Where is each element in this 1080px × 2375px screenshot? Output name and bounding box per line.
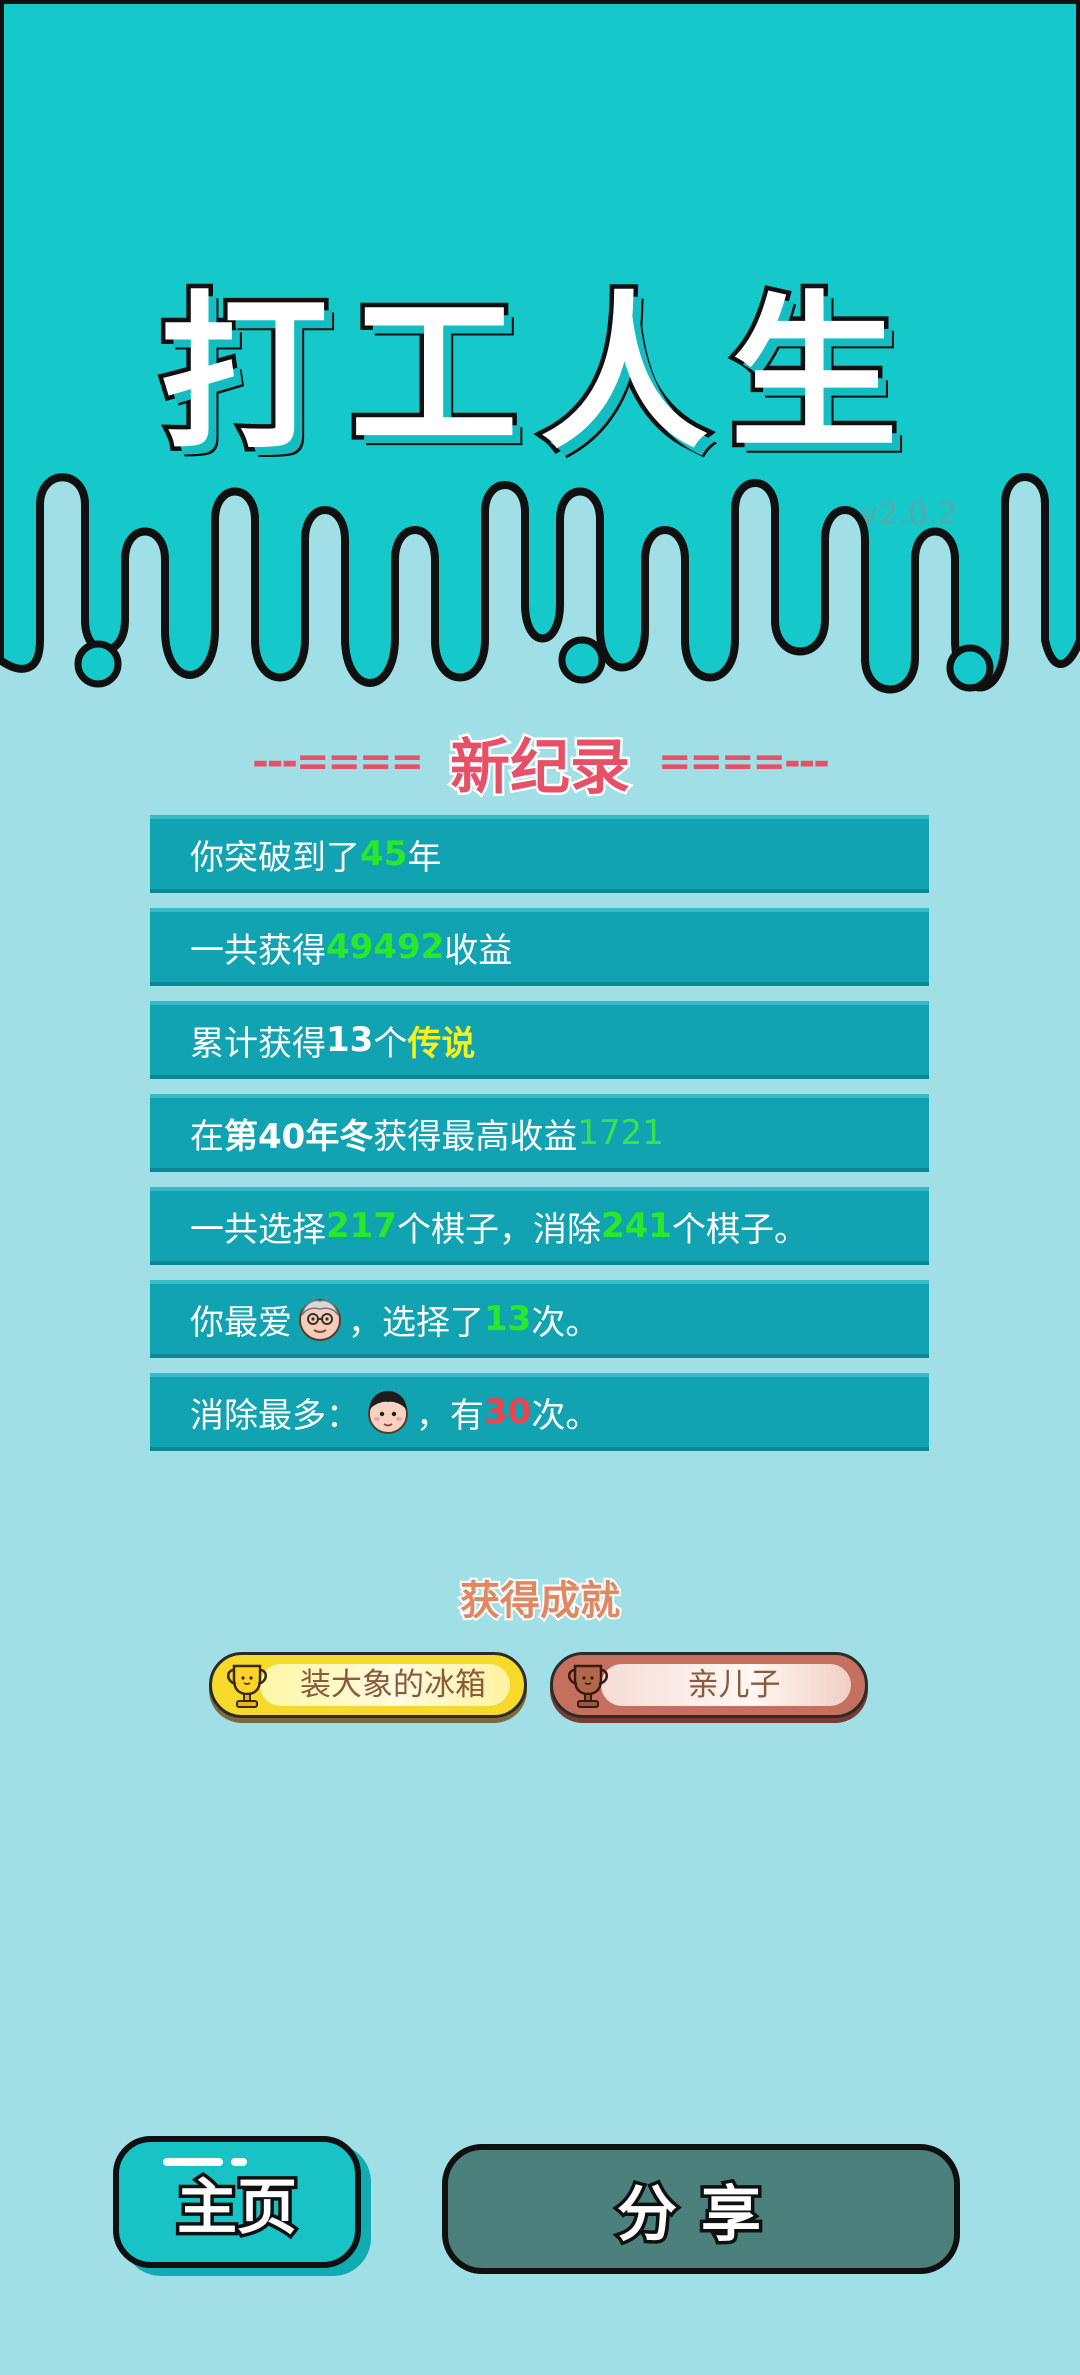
stat-text: 获得最高收益 (373, 1116, 578, 1157)
new-record-header: ---==== 新纪录 ====--- (0, 722, 1080, 805)
old-man-face-icon (299, 1299, 341, 1341)
achievement-label: 亲儿子 (687, 1667, 781, 1703)
achievement-badge-fridge[interactable]: 装大象的冰箱 (209, 1652, 527, 1718)
stat-text: 一共获得 (190, 930, 326, 971)
stat-text: 年 (407, 837, 442, 878)
share-button-label: 分享 (614, 2176, 785, 2253)
stat-text: ，选择了 (348, 1302, 484, 1343)
stat-row-most-removed: 消除最多： ，有 30 次。 (150, 1373, 929, 1451)
share-button[interactable]: 分享 (442, 2144, 960, 2274)
record-right-decoration: ====--- (658, 739, 830, 785)
game-title: 打工人生 (156, 272, 920, 477)
stats-list: 你突破到了 45 年 一共获得 49492 收益 累计获得 13 个传说 在 第40年冬 获… (150, 815, 929, 1466)
stat-row-legend: 累计获得 13 个传说 (150, 1001, 929, 1079)
stat-text: 一共选择 (190, 1209, 326, 1250)
stat-text: 个棋子，消除 (396, 1209, 601, 1250)
achievements-title: 获得成就 (458, 1576, 622, 1626)
stat-text: ，有 (416, 1395, 484, 1436)
stat-value: 241 (600, 1206, 672, 1246)
stat-text: 消除最多： (190, 1395, 360, 1436)
stat-row-pieces: 一共选择 217 个棋子，消除 241 个棋子。 (150, 1187, 929, 1265)
stat-text: 个棋子。 (671, 1209, 808, 1250)
stat-text: 在 (190, 1116, 224, 1157)
new-record-title: 新纪录 (448, 730, 633, 805)
stat-row-income: 一共获得 49492 收益 (150, 908, 929, 986)
stat-value: 30 (484, 1392, 532, 1432)
version-label: v2.0.2 (860, 496, 958, 532)
stat-value: 1721 (577, 1113, 664, 1153)
stat-text: 你突破到了 (190, 837, 360, 878)
trophy-bronze-icon (568, 1664, 608, 1708)
stat-value: 13 (326, 1020, 374, 1060)
trophy-gold-icon (227, 1664, 267, 1708)
achievement-badge-son[interactable]: 亲儿子 (550, 1652, 868, 1718)
stat-text: 收益 (444, 930, 513, 971)
stat-text: 累计获得 (190, 1023, 326, 1064)
stat-rank: 传说 (407, 1023, 476, 1064)
home-button-label: 主页 (174, 2169, 301, 2246)
stat-text: 次。 (531, 1302, 600, 1343)
stat-value: 217 (326, 1206, 397, 1246)
stat-value: 13 (484, 1299, 532, 1339)
record-left-decoration: ---==== (252, 739, 424, 785)
stat-text: 个 (373, 1023, 408, 1064)
stat-value: 49492 (326, 927, 445, 967)
boy-face-icon (368, 1391, 408, 1434)
stat-season: 第40年冬 (224, 1116, 374, 1157)
stat-row-best: 在 第40年冬 获得最高收益 1721 (150, 1094, 929, 1172)
stat-text: 次。 (531, 1395, 600, 1436)
stat-text: 你最爱 (190, 1302, 292, 1343)
stat-value: 45 (360, 834, 408, 874)
achievement-label: 装大象的冰箱 (300, 1667, 486, 1703)
stat-row-years: 你突破到了 45 年 (150, 815, 929, 893)
home-button[interactable]: 主页 (113, 2136, 361, 2268)
stat-row-favorite: 你最爱 ，选择了 13 次。 (150, 1280, 929, 1358)
